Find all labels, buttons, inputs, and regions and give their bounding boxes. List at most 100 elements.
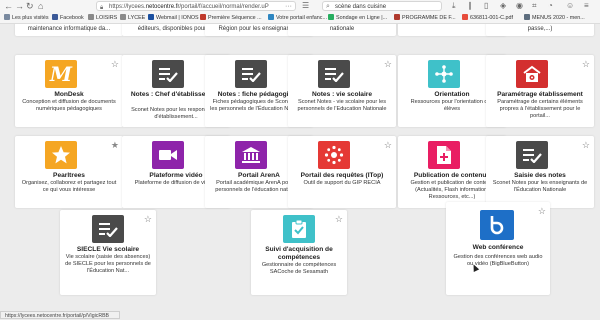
bookmark-label: LYCEE: [128, 15, 146, 21]
bookmark-item[interactable]: Première Séquence ...: [200, 14, 262, 22]
app-tile: [283, 215, 315, 243]
reload-icon[interactable]: ↻: [26, 1, 34, 11]
sync-icon[interactable]: ◔: [548, 1, 553, 10]
menu-icon[interactable]: ≡: [584, 1, 589, 10]
app-card-web-conference[interactable]: ☆ Web conférence Gestion des conférences…: [446, 202, 550, 295]
app-tile: [45, 141, 77, 169]
app-card-pearltrees[interactable]: ★ Pearltrees Organisez, collaborez et pa…: [15, 136, 123, 208]
app-card-partial[interactable]: passe,...): [486, 24, 594, 36]
reader-view-icon[interactable]: ☰: [302, 1, 309, 10]
app-tile: M: [45, 60, 77, 88]
favorite-star-icon[interactable]: ☆: [582, 59, 590, 69]
bookmark-item[interactable]: Webmail | IONOS: [148, 14, 199, 22]
app-tile: [428, 141, 460, 169]
bookmark-label: 636811-001-C.pdf: [470, 15, 514, 21]
app-card-mondesk[interactable]: M ☆ MonDesk Conception et diffusion de d…: [15, 55, 123, 127]
app-card-suivi-competences[interactable]: ☆ Suivi d'acquisition de compétences Ges…: [251, 210, 347, 295]
bookmark-item[interactable]: LYCEE: [120, 14, 145, 22]
notes-check-icon: [523, 149, 542, 163]
address-bar[interactable]: 🔒︎ https://lycees.netocentre.fr/portail/…: [96, 1, 296, 11]
card-description: Gestionnaire de compétences SACoche de S…: [261, 262, 337, 275]
bookmark-favicon-icon: [4, 14, 10, 20]
folder-icon: [88, 14, 94, 20]
app-tile: [516, 60, 548, 88]
app-card-siecle[interactable]: ☆ SIECLE Vie scolaire Vie scolaire (sais…: [60, 210, 156, 295]
bookmark-favicon-icon: [524, 14, 530, 20]
bookmark-label: Première Séquence ...: [208, 15, 262, 21]
favorite-star-filled-icon[interactable]: ★: [111, 140, 119, 150]
bookmark-favicon-icon: [52, 14, 58, 20]
bookmark-item[interactable]: Les plus visités: [4, 14, 49, 22]
add-document-icon: [437, 146, 451, 164]
search-icon: ⌕: [326, 3, 330, 10]
app-tile: [318, 60, 350, 88]
screenshot-icon[interactable]: ⌗: [532, 1, 537, 11]
notes-check-icon: [99, 223, 118, 237]
shield-icon[interactable]: ◈: [500, 1, 506, 10]
app-tile: [235, 141, 267, 169]
clipboard-check-icon: [292, 219, 306, 238]
favorite-star-icon[interactable]: ☆: [144, 214, 152, 224]
bookmark-item[interactable]: Votre portail enfanc...: [268, 14, 327, 22]
card-description: Outil de support du GIP RECIA: [303, 180, 381, 186]
bookmark-label: LOISIRS: [96, 15, 118, 21]
back-arrow-icon[interactable]: ←: [4, 1, 13, 11]
app-tile: [428, 60, 460, 88]
app-card-partial[interactable]: nationale: [288, 24, 396, 36]
card-title: Pearltrees: [53, 172, 85, 179]
monogram-m-icon: M: [49, 62, 73, 86]
card-description: Sconet Notes pour les enseignants de l'É…: [492, 180, 588, 193]
app-card-saisie-notes[interactable]: ☆ Saisie des notes Sconet Notes pour les…: [486, 136, 594, 208]
home-icon[interactable]: ⌂: [38, 1, 43, 11]
extension-icon[interactable]: ◉: [516, 1, 523, 10]
app-card-parametrage[interactable]: ☆ Paramétrage établissement Paramétrage …: [486, 55, 594, 127]
app-tile: [92, 215, 124, 243]
card-title: Paramétrage établissement: [497, 91, 583, 98]
search-input[interactable]: ⌕ scène dans cuisine: [322, 1, 442, 11]
url-text: https://lycees.netocentre.fr/portail/f/a…: [109, 4, 269, 10]
star-icon: [52, 146, 70, 164]
status-bar-url: https://lycees.netocentre.fr/portail/p/V…: [5, 313, 109, 319]
favorite-star-icon[interactable]: ☆: [538, 206, 546, 216]
bookmark-item[interactable]: PROGRAMME DE F...: [394, 14, 456, 22]
portal-page: maintenance informatique da... éditeurs,…: [0, 24, 600, 311]
favorite-star-icon[interactable]: ☆: [582, 140, 590, 150]
card-description: nationale: [329, 26, 355, 32]
bookmark-item[interactable]: Facebook: [52, 14, 84, 22]
bookmark-favicon-icon: [268, 14, 274, 20]
bookmark-favicon-icon: [200, 14, 206, 20]
bookmark-item[interactable]: MENUS 2020 - men...: [524, 14, 585, 22]
bookmark-favicon-icon: [328, 14, 334, 20]
bookmark-item[interactable]: LOISIRS: [88, 14, 117, 22]
card-title: Suivi d'acquisition de compétences: [265, 246, 333, 261]
app-tile: [235, 60, 267, 88]
app-tile: [152, 60, 184, 88]
notes-check-icon: [325, 68, 344, 82]
favorite-star-icon[interactable]: ☆: [335, 214, 343, 224]
app-tile: [318, 141, 350, 169]
school-gear-icon: [523, 65, 541, 82]
favorite-star-icon[interactable]: ☆: [384, 59, 392, 69]
app-card-portail-requetes[interactable]: ☆ Portail des requêtes (ITop) Outil de s…: [288, 136, 396, 208]
app-tile: [516, 141, 548, 169]
card-title: Portail des requêtes (ITop): [300, 172, 384, 179]
url-path: /portail/f/accueil/normal/render.uP: [179, 4, 269, 10]
page-actions-icon[interactable]: ···: [285, 2, 292, 10]
forward-arrow-icon[interactable]: →: [15, 1, 24, 11]
library-icon[interactable]: ∥: [468, 1, 472, 10]
app-card-partial[interactable]: maintenance informatique da...: [15, 24, 123, 36]
bookmark-label: Facebook: [60, 15, 84, 21]
status-bar: https://lycees.netocentre.fr/portail/p/V…: [0, 311, 120, 319]
lock-icon: 🔒︎: [100, 5, 104, 11]
account-icon[interactable]: ☺: [566, 1, 574, 10]
bookmarks-bar: Les plus visités Facebook LOISIRS LYCEE …: [0, 12, 600, 24]
bookmark-item[interactable]: 636811-001-C.pdf: [462, 14, 513, 22]
favorite-star-icon[interactable]: ☆: [384, 140, 392, 150]
sidebar-icon[interactable]: ▯: [484, 1, 488, 10]
card-title: Saisie des notes: [514, 172, 566, 179]
favorite-star-icon[interactable]: ☆: [111, 59, 119, 69]
download-icon[interactable]: ⤓: [452, 1, 456, 11]
app-card-notes-vie-scolaire[interactable]: ☆ Notes : vie scolaire Sconet Notes - vi…: [288, 55, 396, 127]
url-domain: netocentre.fr: [145, 4, 180, 10]
bookmark-item[interactable]: Sondage en Ligne |...: [328, 14, 387, 22]
